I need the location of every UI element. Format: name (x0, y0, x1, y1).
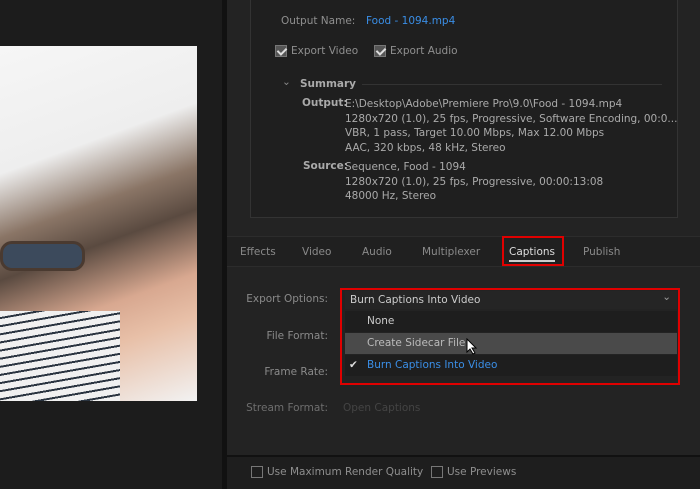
tab-effects[interactable]: Effects (240, 246, 276, 258)
export-options-dropdown[interactable]: Burn Captions Into Video ⌄ None Create S… (340, 288, 680, 385)
max-render-quality-checkbox[interactable]: Use Maximum Render Quality (251, 466, 423, 478)
summary-output-line: AAC, 320 kbps, 48 kHz, Stereo (345, 141, 506, 154)
mouse-cursor-icon (466, 338, 478, 355)
export-options-select[interactable]: Burn Captions Into Video ⌄ (345, 291, 677, 309)
export-audio-checkbox[interactable]: Export Audio (374, 45, 458, 57)
captions-tab-highlight (502, 236, 564, 266)
export-audio-label: Export Audio (390, 45, 458, 57)
checkmark-icon: ✔ (349, 359, 358, 371)
stream-format-value: Open Captions (343, 402, 421, 414)
use-previews-checkbox[interactable]: Use Previews (431, 466, 516, 478)
use-previews-label: Use Previews (447, 466, 517, 478)
option-burn-captions-into-video[interactable]: ✔ Burn Captions Into Video (345, 355, 677, 376)
chevron-down-icon[interactable]: ⌄ (662, 291, 671, 303)
output-name-link[interactable]: Food - 1094.mp4 (366, 15, 455, 27)
summary-output-line: 1280x720 (1.0), 25 fps, Progressive, Sof… (345, 112, 678, 125)
option-label: Create Sidecar File (367, 337, 466, 349)
video-preview (0, 46, 197, 401)
frame-rate-label: Frame Rate: (264, 366, 328, 378)
export-options-label: Export Options: (246, 293, 328, 305)
checkbox-icon[interactable] (251, 466, 263, 478)
summary-output-line: VBR, 1 pass, Target 10.00 Mbps, Max 12.0… (345, 127, 605, 139)
stream-format-label: Stream Format: (246, 402, 328, 414)
summary-source-line: 1280x720 (1.0), 25 fps, Progressive, 00:… (345, 175, 604, 188)
preview-image-detail (0, 311, 120, 401)
max-render-quality-label: Use Maximum Render Quality (267, 466, 424, 478)
tab-video[interactable]: Video (302, 246, 331, 258)
checkbox-icon[interactable] (275, 45, 287, 57)
settings-tabs: Effects Video Audio Multiplexer Captions… (227, 236, 700, 267)
export-options-value: Burn Captions Into Video (350, 294, 481, 306)
summary-divider (362, 84, 662, 85)
tab-audio[interactable]: Audio (362, 246, 392, 258)
source-label: Source: (303, 160, 348, 172)
option-label: Burn Captions Into Video (367, 359, 498, 371)
option-none[interactable]: None (345, 311, 677, 332)
checkbox-icon[interactable] (431, 466, 443, 478)
preview-image-detail (0, 241, 85, 271)
summary-title: Summary (300, 78, 357, 90)
checkbox-icon[interactable] (374, 45, 386, 57)
option-create-sidecar-file[interactable]: Create Sidecar File (345, 333, 677, 355)
tab-multiplexer[interactable]: Multiplexer (422, 246, 480, 258)
chevron-down-icon[interactable]: ⌄ (282, 76, 291, 88)
file-format-label: File Format: (266, 330, 328, 342)
export-video-label: Export Video (291, 45, 359, 57)
output-name-label: Output Name: (281, 15, 356, 27)
summary-source-line: Sequence, Food - 1094 (345, 161, 466, 173)
export-video-checkbox[interactable]: Export Video (275, 45, 358, 57)
option-label: None (367, 315, 395, 327)
output-label: Output: (302, 97, 348, 109)
summary-output-line: E:\Desktop\Adobe\Premiere Pro\9.0\Food -… (345, 98, 623, 110)
tab-publish[interactable]: Publish (583, 246, 620, 258)
render-options-bar: Use Maximum Render Quality Use Previews (227, 455, 700, 489)
summary-source-line: 48000 Hz, Stereo (345, 190, 437, 202)
